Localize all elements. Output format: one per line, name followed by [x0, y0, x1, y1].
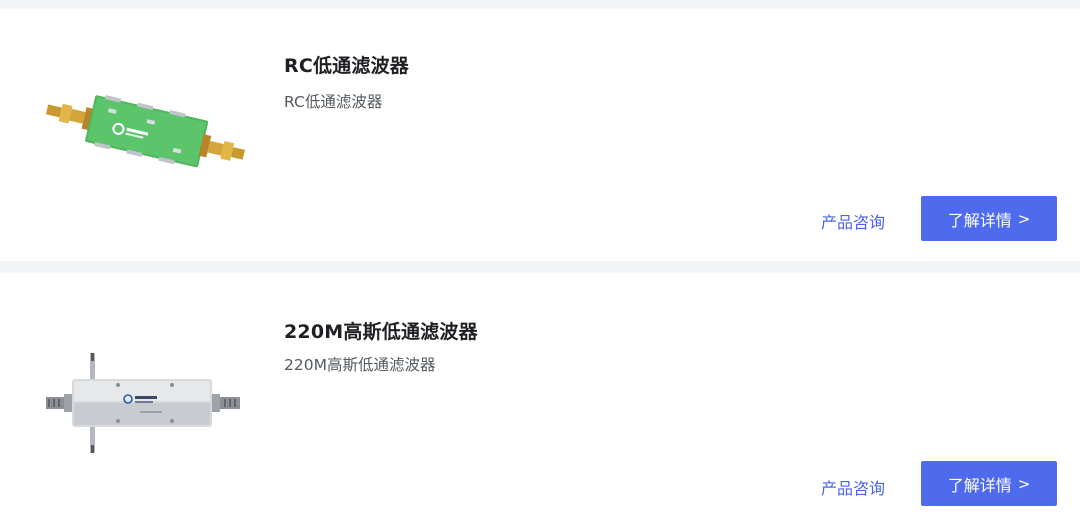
product-subtitle: 220M高斯低通滤波器 — [284, 356, 436, 374]
product-image[interactable] — [36, 339, 254, 469]
chevron-right-icon: > — [1017, 209, 1031, 228]
product-card: 220M高斯低通滤波器 220M高斯低通滤波器 产品咨询 了解详情 > — [0, 273, 1080, 518]
product-consult-link[interactable]: 产品咨询 — [821, 209, 885, 233]
learn-more-label: 了解详情 — [947, 475, 1012, 495]
learn-more-label: 了解详情 — [947, 210, 1012, 230]
product-subtitle: RC低通滤波器 — [284, 93, 383, 111]
silver-metal-filter-image — [46, 353, 240, 453]
product-title[interactable]: 220M高斯低通滤波器 — [284, 317, 478, 344]
product-list: RC低通滤波器 RC低通滤波器 产品咨询 了解详情 > 220M高斯低通滤波器 … — [0, 0, 1080, 518]
learn-more-button[interactable]: 了解详情 > — [921, 461, 1057, 506]
green-pcb-filter-image — [45, 95, 245, 168]
product-card: RC低通滤波器 RC低通滤波器 产品咨询 了解详情 > — [0, 9, 1080, 261]
product-consult-link[interactable]: 产品咨询 — [821, 475, 885, 499]
product-image[interactable] — [36, 69, 254, 199]
chevron-right-icon: > — [1017, 474, 1031, 493]
learn-more-button[interactable]: 了解详情 > — [921, 196, 1057, 241]
product-title[interactable]: RC低通滤波器 — [284, 51, 409, 78]
